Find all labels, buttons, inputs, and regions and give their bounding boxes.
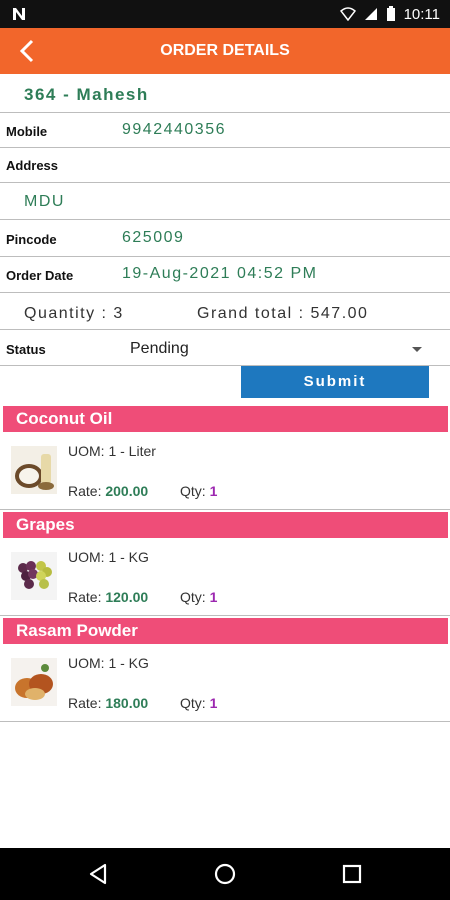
qty-value: 1 [209,483,218,499]
back-arrow-icon[interactable] [14,37,42,65]
coconut-oil-image [11,446,57,494]
address-label: Address [6,158,59,173]
wifi-icon [339,7,356,21]
order-date-label: Order Date [6,268,74,283]
customer-row: 364 - Mahesh [0,74,450,113]
product-uom: UOM: 1 - KG [68,549,149,565]
signal-icon [364,8,377,20]
address-value-row: MDU [0,183,450,220]
status-label: Status [6,342,46,357]
app-bar: ORDER DETAILS [0,28,450,74]
address-value: MDU [24,193,65,210]
product-qty: Qty: 1 [180,695,218,711]
product-rate: Rate: 180.00 [68,695,149,711]
qty-value: 1 [209,695,218,711]
status-selected-value: Pending [130,340,189,357]
pincode-value: 625009 [122,229,185,246]
status-bar: 10:11 [0,0,450,28]
recents-nav-icon[interactable] [338,860,366,888]
product-card: Coconut Oil UOM: 1 - Liter Rate: 200.00 … [0,404,450,510]
product-card: Rasam Powder UOM: 1 - KG Rate: 180.00 Qt… [0,616,450,722]
product-rate: Rate: 200.00 [68,483,149,499]
pincode-label: Pincode [6,232,57,247]
system-nav-bar [0,848,450,900]
rate-value: 120.00 [105,589,149,605]
grapes-image [11,552,57,600]
submit-button[interactable]: Submit [241,366,429,398]
mobile-label: Mobile [6,124,48,139]
product-uom: UOM: 1 - KG [68,655,149,671]
product-rate: Rate: 120.00 [68,589,149,605]
mobile-row: Mobile 9942440356 [0,113,450,148]
grand-total: Grand total : 547.00 [197,305,369,322]
product-card: Grapes UOM: 1 - KG Rate: 120.00 Qty: 1 [0,510,450,616]
address-label-row: Address [0,148,450,183]
qty-value: 1 [209,589,218,605]
dropdown-caret-icon [412,347,422,352]
quantity-total: Quantity : 3 [24,305,124,322]
battery-icon [386,6,395,21]
pincode-row: Pincode 625009 [0,220,450,257]
product-name: Coconut Oil [3,406,448,432]
status-time: 10:11 [403,5,440,23]
status-row: Status Pending [0,330,450,366]
n-logo-icon [13,8,25,20]
product-name: Rasam Powder [3,618,448,644]
product-uom: UOM: 1 - Liter [68,443,156,459]
rate-value: 200.00 [105,483,149,499]
home-nav-icon[interactable] [211,860,239,888]
page-title: ORDER DETAILS [160,42,290,59]
totals-row: Quantity : 3 Grand total : 547.00 [0,293,450,330]
order-date-row: Order Date 19-Aug-2021 04:52 PM [0,257,450,293]
rate-value: 180.00 [105,695,149,711]
order-date-value: 19-Aug-2021 04:52 PM [122,265,318,282]
back-nav-icon[interactable] [85,860,113,888]
product-qty: Qty: 1 [180,589,218,605]
product-name: Grapes [3,512,448,538]
customer-name: 364 - Mahesh [24,85,149,104]
rasam-powder-image [11,658,57,706]
product-qty: Qty: 1 [180,483,218,499]
mobile-value: 9942440356 [122,121,226,138]
